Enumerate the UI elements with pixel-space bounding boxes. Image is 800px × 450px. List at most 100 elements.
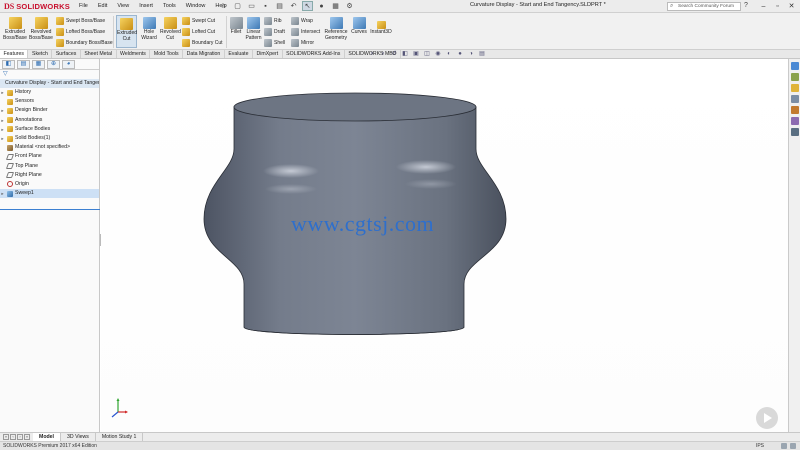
- display-style-icon[interactable]: ◉: [434, 51, 442, 58]
- tree-root[interactable]: Curvature Display - Start and End Tangen…: [0, 79, 99, 88]
- curves-button[interactable]: Curves: [351, 17, 367, 36]
- tab-surfaces[interactable]: Surfaces: [52, 50, 81, 58]
- next-tab-icon[interactable]: ›: [17, 434, 23, 440]
- section-view-icon[interactable]: ◧: [401, 51, 409, 58]
- previous-view-icon[interactable]: ↺: [390, 51, 398, 58]
- expand-icon[interactable]: ▸: [0, 106, 5, 115]
- linear-pattern-button[interactable]: Linear Pattern: [245, 17, 262, 41]
- shell-button[interactable]: Shell: [264, 38, 285, 47]
- boundary-boss-button[interactable]: Boundary Boss/Base: [56, 38, 113, 47]
- options-gear-icon[interactable]: ⚙: [344, 1, 355, 11]
- tree-item-front-plane[interactable]: Front Plane: [0, 152, 99, 161]
- tab-3d-views[interactable]: 3D Views: [61, 433, 96, 441]
- tab-mold-tools[interactable]: Mold Tools: [150, 50, 184, 58]
- custom-properties-icon[interactable]: [790, 117, 799, 125]
- app-logo[interactable]: DS SOLIDWORKS: [4, 1, 70, 12]
- tree-item-sweep1[interactable]: ▸ Sweep1: [0, 189, 99, 199]
- undo-icon[interactable]: ↶: [288, 1, 299, 11]
- revolved-boss-button[interactable]: Revolved Boss/Base: [29, 17, 53, 41]
- menu-window[interactable]: Window: [181, 2, 211, 11]
- tree-item-sensors[interactable]: Sensors: [0, 97, 99, 106]
- design-library-icon[interactable]: [790, 73, 799, 81]
- model-viewport[interactable]: [101, 59, 788, 432]
- expand-icon[interactable]: ▸: [0, 125, 5, 134]
- tab-evaluate[interactable]: Evaluate: [225, 50, 254, 58]
- print-icon[interactable]: ▤: [274, 1, 285, 11]
- close-icon[interactable]: ✕: [786, 1, 797, 11]
- first-tab-icon[interactable]: «: [3, 434, 9, 440]
- menu-insert[interactable]: Insert: [134, 2, 158, 11]
- rebuild-status-icon[interactable]: [781, 443, 787, 449]
- tree-item-design-binder[interactable]: ▸ Design Binder: [0, 106, 99, 115]
- extruded-cut-button[interactable]: Extruded Cut: [116, 15, 137, 48]
- dimxpert-manager-tab-icon[interactable]: ⊕: [47, 60, 60, 69]
- open-folder-icon[interactable]: ▭: [246, 1, 257, 11]
- tree-item-material[interactable]: Material <not specified>: [0, 143, 99, 152]
- home-icon[interactable]: ⌂: [218, 1, 229, 11]
- help-question-icon[interactable]: ?: [744, 2, 748, 9]
- play-video-icon[interactable]: [756, 407, 778, 429]
- mirror-button[interactable]: Mirror: [291, 38, 314, 47]
- configuration-manager-tab-icon[interactable]: ▦: [32, 60, 45, 69]
- search-community-input[interactable]: ⌕ Search Community Forum: [667, 2, 741, 11]
- new-document-icon[interactable]: ▢: [232, 1, 243, 11]
- previous-tab-icon[interactable]: ‹: [10, 434, 16, 440]
- tab-sheet-metal[interactable]: Sheet Metal: [81, 50, 117, 58]
- minimize-icon[interactable]: –: [758, 1, 769, 11]
- lofted-boss-button[interactable]: Lofted Boss/Base: [56, 27, 105, 36]
- apply-scene-icon[interactable]: ◑: [467, 51, 475, 58]
- swept-boss-button[interactable]: Swept Boss/Base: [56, 16, 105, 25]
- feature-manager-tab-icon[interactable]: ◧: [2, 60, 15, 69]
- units-selector[interactable]: IPS: [756, 442, 764, 450]
- dynamic-annotation-icon[interactable]: ▣: [412, 51, 420, 58]
- zoom-to-fit-icon[interactable]: ⌕: [368, 51, 376, 58]
- rebuild-icon[interactable]: ●: [316, 1, 327, 11]
- menu-view[interactable]: View: [112, 2, 134, 11]
- tree-item-annotations[interactable]: ▸ Annotations: [0, 116, 99, 125]
- view-orientation-icon[interactable]: ◫: [423, 51, 431, 58]
- expand-icon[interactable]: ▸: [0, 134, 5, 143]
- instant3d-button[interactable]: Instant3D: [368, 21, 394, 36]
- rib-button[interactable]: Rib: [264, 16, 282, 25]
- swept-cut-button[interactable]: Swept Cut: [182, 16, 215, 25]
- graphics-area[interactable]: www.cgtsj.com: [101, 59, 788, 432]
- tree-item-right-plane[interactable]: Right Plane: [0, 171, 99, 180]
- notification-icon[interactable]: [790, 443, 796, 449]
- tree-item-origin[interactable]: Origin: [0, 180, 99, 189]
- menu-edit[interactable]: Edit: [93, 2, 112, 11]
- tab-data-migration[interactable]: Data Migration: [183, 50, 225, 58]
- expand-icon[interactable]: ▸: [0, 88, 5, 97]
- tab-weldments[interactable]: Weldments: [117, 50, 151, 58]
- tab-dimxpert[interactable]: DimXpert: [253, 50, 283, 58]
- tab-motion-study-1[interactable]: Motion Study 1: [96, 433, 144, 441]
- reference-geometry-button[interactable]: Reference Geometry: [322, 17, 350, 41]
- zoom-area-icon[interactable]: ⌕: [379, 51, 387, 58]
- intersect-button[interactable]: Intersect: [291, 27, 320, 36]
- appearances-icon[interactable]: [790, 106, 799, 114]
- hide-show-icon[interactable]: ◐: [445, 51, 453, 58]
- tab-solidworks-addins[interactable]: SOLIDWORKS Add-Ins: [283, 50, 345, 58]
- expand-icon[interactable]: ▸: [0, 116, 5, 125]
- save-icon[interactable]: ▪: [260, 1, 271, 11]
- select-arrow-icon[interactable]: ↖: [302, 1, 313, 11]
- last-tab-icon[interactable]: »: [24, 434, 30, 440]
- tree-item-surface-bodies[interactable]: ▸ Surface Bodies: [0, 125, 99, 134]
- rollback-bar[interactable]: [0, 209, 100, 210]
- file-properties-icon[interactable]: ▦: [330, 1, 341, 11]
- draft-button[interactable]: Draft: [264, 27, 285, 36]
- tree-item-solid-bodies[interactable]: ▸ Solid Bodies(1): [0, 134, 99, 143]
- property-manager-tab-icon[interactable]: ▤: [17, 60, 30, 69]
- tree-item-top-plane[interactable]: Top Plane: [0, 162, 99, 171]
- tab-sketch[interactable]: Sketch: [28, 50, 53, 58]
- solidworks-resources-icon[interactable]: [790, 62, 799, 70]
- extruded-boss-button[interactable]: Extruded Boss/Base: [3, 17, 27, 41]
- view-palette-icon[interactable]: [790, 95, 799, 103]
- revolved-cut-button[interactable]: Revolved Cut: [160, 17, 181, 41]
- restore-icon[interactable]: ▫: [772, 1, 783, 11]
- file-explorer-icon[interactable]: [790, 84, 799, 92]
- lofted-cut-button[interactable]: Lofted Cut: [182, 27, 215, 36]
- edit-appearance-icon[interactable]: ●: [456, 51, 464, 58]
- menu-tools[interactable]: Tools: [158, 2, 181, 11]
- tab-features[interactable]: Features: [0, 50, 29, 58]
- reference-triad-icon[interactable]: [107, 397, 129, 419]
